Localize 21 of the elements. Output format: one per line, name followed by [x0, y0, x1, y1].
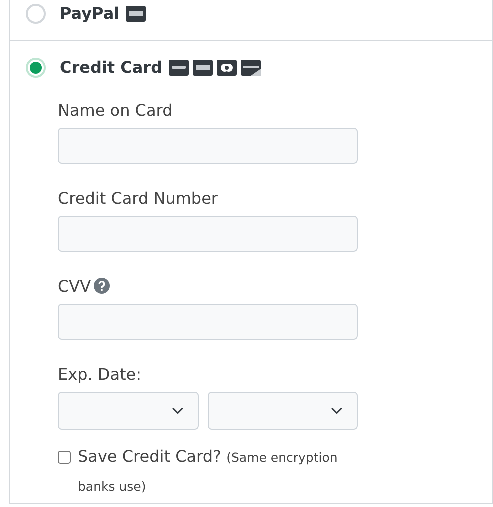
payment-method-label: Credit Card	[60, 57, 163, 79]
payment-card-icon	[240, 60, 261, 76]
field-label: Exp. Date:	[58, 365, 142, 384]
field-label: CVV	[58, 277, 92, 296]
payment-card-icon	[168, 60, 189, 76]
payment-card-icon	[192, 60, 213, 76]
radio-button[interactable]	[26, 58, 46, 78]
text-field[interactable]	[58, 216, 358, 252]
year-select[interactable]	[208, 392, 358, 430]
help-icon[interactable]	[94, 278, 110, 294]
radio-button[interactable]	[26, 4, 46, 24]
checkbox[interactable]	[58, 451, 71, 464]
field-label: Name on Card	[58, 101, 173, 120]
save-card-label: Save Credit Card? (Same encryption banks use)	[78, 446, 339, 496]
payment-method-label: PayPal	[60, 3, 120, 25]
month-select[interactable]	[58, 392, 199, 430]
payment-card-icon	[126, 6, 146, 22]
text-field[interactable]	[58, 304, 358, 340]
payment-card-icon	[216, 60, 237, 76]
text-field[interactable]	[58, 128, 358, 164]
field-label: Credit Card Number	[58, 189, 218, 208]
